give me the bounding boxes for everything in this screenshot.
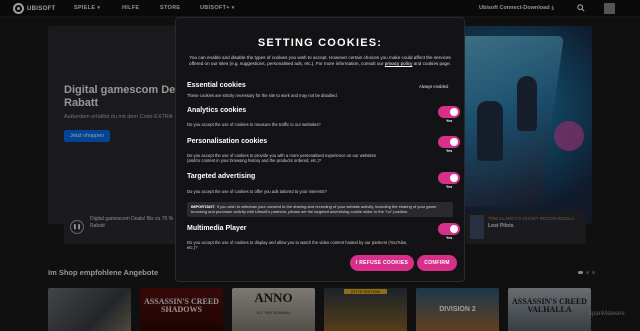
dialog-intro: You can enable and disable the types of … (189, 55, 451, 66)
important-notice: IMPORTANT: If you wish to withdraw your … (187, 202, 453, 217)
personalisation-state: Yes (446, 149, 453, 153)
multimedia-player-title: Multimedia Player (187, 225, 247, 232)
always-enabled-label: Always enabled (419, 84, 449, 89)
essential-cookies-desc: These cookies are strictly necessary for… (187, 93, 338, 98)
confirm-button[interactable]: CONFIRM (417, 255, 457, 271)
targeted-advertising-toggle[interactable] (438, 172, 460, 184)
targeted-advertising-title: Targeted advertising (187, 173, 256, 180)
targeted-advertising-desc: Do you accept the use of cookies to offe… (187, 189, 327, 194)
personalisation-cookies-desc: Do you accept the use of cookies to prov… (187, 153, 377, 164)
cookie-settings-dialog: SETTING COOKIES: You can enable and disa… (175, 17, 465, 282)
analytics-cookies-title: Analytics cookies (187, 107, 247, 114)
multimedia-player-toggle[interactable] (438, 223, 460, 235)
personalisation-toggle[interactable] (438, 136, 460, 148)
targeted-advertising-state: Yes (446, 185, 453, 189)
privacy-policy-link[interactable]: privacy policy (385, 61, 413, 66)
analytics-cookies-desc: Do you accept the use of cookies to meas… (187, 122, 321, 127)
analytics-toggle[interactable] (438, 106, 460, 118)
analytics-state: Yes (446, 119, 453, 123)
multimedia-player-desc: Do you accept the use of cookies to disp… (187, 240, 408, 251)
refuse-cookies-button[interactable]: I REFUSE COOKIES (350, 255, 414, 271)
dialog-title: SETTING COOKIES: (257, 37, 383, 49)
personalisation-cookies-title: Personalisation cookies (187, 138, 268, 145)
multimedia-player-state: Yes (446, 236, 453, 240)
essential-cookies-title: Essential cookies (187, 82, 246, 89)
